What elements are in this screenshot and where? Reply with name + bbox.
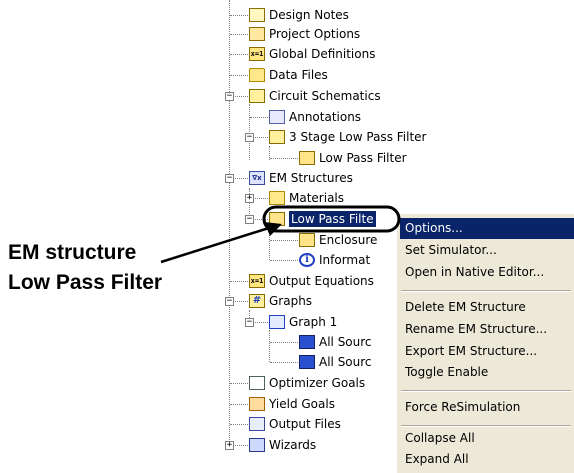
highlight-ellipse <box>262 205 401 233</box>
callout-arrow-line <box>160 225 273 264</box>
callout-overlay <box>160 205 401 264</box>
